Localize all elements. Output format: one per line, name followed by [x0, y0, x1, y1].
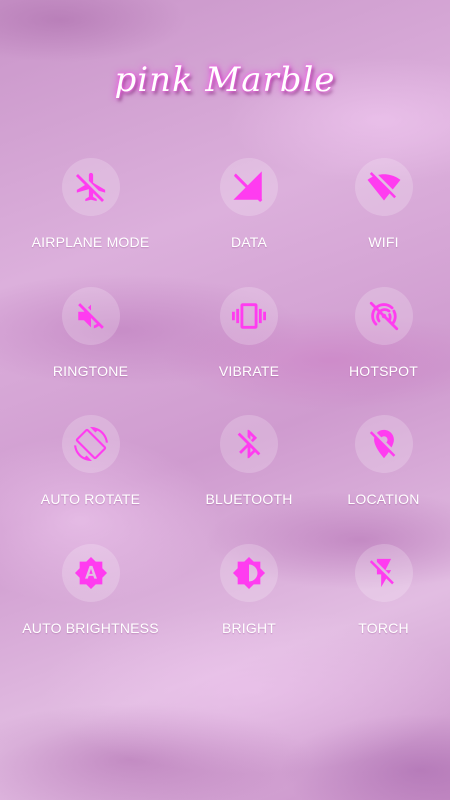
toggle-circle[interactable] — [220, 158, 278, 216]
toggle-label: RINGTONE — [52, 362, 129, 379]
toggle-label: WIFI — [368, 234, 399, 250]
toggle-bluetooth[interactable]: BLUETOOTH — [181, 415, 317, 544]
toggle-circle[interactable] — [354, 543, 413, 602]
mobile-data-off-icon — [233, 171, 263, 202]
toggle-data[interactable]: DATA — [181, 158, 317, 287]
toggle-grid: AIRPLANE MODE DATA WIFI RINGTONE VIBRATE… — [0, 158, 450, 672]
toggle-label: BLUETOOTH — [205, 491, 293, 507]
airplane-off-icon — [75, 172, 105, 203]
toggle-label: AUTO ROTATE — [40, 491, 141, 507]
toggle-circle[interactable] — [61, 543, 120, 602]
toggle-circle[interactable] — [61, 415, 120, 473]
brightness-medium-icon — [232, 556, 266, 589]
flashlight-off-icon — [369, 558, 394, 587]
toggle-circle[interactable] — [61, 158, 120, 216]
toggle-circle[interactable] — [220, 286, 278, 345]
hotspot-off-icon — [369, 301, 398, 330]
app-title: pink Marble — [114, 60, 336, 100]
toggle-auto-rotate[interactable]: AUTO ROTATE — [0, 415, 181, 544]
toggle-label: DATA — [230, 234, 268, 250]
toggle-circle[interactable] — [354, 286, 413, 345]
toggle-wifi[interactable]: WIFI — [317, 158, 450, 287]
toggle-airplane-mode[interactable]: AIRPLANE MODE — [0, 158, 181, 287]
toggle-circle[interactable] — [354, 158, 413, 216]
toggle-circle[interactable] — [220, 415, 278, 473]
toggle-label: AUTO BRIGHTNESS — [22, 619, 159, 636]
toggle-label: HOTSPOT — [348, 362, 419, 379]
toggle-auto-brightness[interactable]: AUTO BRIGHTNESS — [0, 543, 181, 673]
toggle-circle[interactable] — [61, 286, 120, 345]
toggle-label: VIBRATE — [218, 362, 280, 379]
toggle-label: BRIGHT — [221, 619, 277, 636]
bluetooth-off-icon — [237, 429, 261, 459]
toggle-vibrate[interactable]: VIBRATE — [181, 286, 317, 416]
brightness-auto-icon — [74, 556, 107, 589]
toggle-label: AIRPLANE MODE — [31, 234, 150, 250]
location-off-icon — [369, 429, 395, 459]
toggle-circle[interactable] — [220, 543, 278, 602]
toggle-label: TORCH — [358, 619, 409, 636]
toggle-location[interactable]: LOCATION — [317, 415, 450, 544]
toggle-bright[interactable]: BRIGHT — [181, 543, 317, 673]
screen-rotation-icon — [73, 427, 108, 461]
toggle-hotspot[interactable]: HOTSPOT — [317, 286, 450, 416]
volume-off-icon — [77, 302, 104, 329]
toggle-ringtone[interactable]: RINGTONE — [0, 286, 181, 416]
wifi-off-icon — [367, 172, 400, 201]
toggle-circle[interactable] — [354, 415, 413, 473]
toggle-torch[interactable]: TORCH — [317, 543, 450, 673]
toggle-label: LOCATION — [347, 491, 420, 507]
vibrate-icon — [232, 302, 266, 329]
